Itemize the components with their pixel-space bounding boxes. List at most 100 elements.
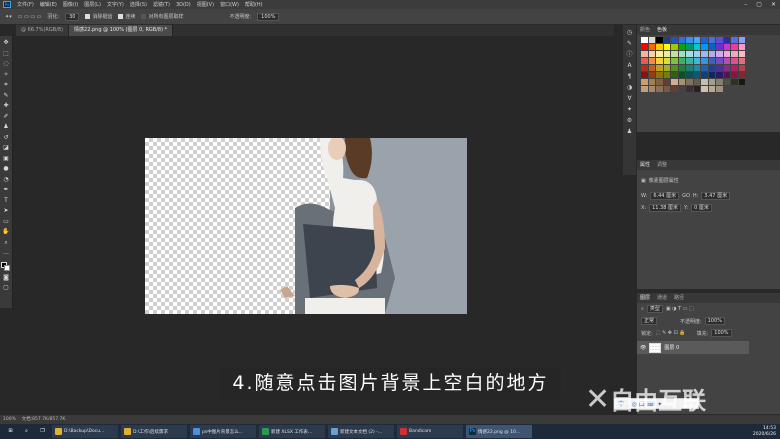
color-swatch[interactable]: [671, 58, 678, 64]
tab-layers[interactable]: 图层: [640, 293, 650, 303]
contiguous-checkbox[interactable]: 连续: [118, 13, 135, 20]
info-panel-icon[interactable]: ⓘ: [626, 51, 634, 59]
color-swatch[interactable]: [693, 44, 700, 50]
color-swatch[interactable]: [686, 86, 693, 92]
color-swatch[interactable]: [656, 51, 663, 57]
gradient-tool-icon[interactable]: ▣: [2, 155, 11, 164]
tab-properties[interactable]: 属性: [640, 160, 650, 170]
menu-type[interactable]: 文字(Y): [107, 1, 124, 8]
color-swatch[interactable]: [731, 72, 738, 78]
color-swatch[interactable]: [641, 51, 648, 57]
background-color-swatch[interactable]: [4, 264, 10, 271]
height-input[interactable]: 3.47 厘米: [701, 192, 731, 200]
color-swatch[interactable]: [723, 72, 730, 78]
color-swatch[interactable]: [648, 86, 655, 92]
type-tool-icon[interactable]: T: [2, 197, 11, 206]
taskbar-app-excel[interactable]: 新建 XLSX 工作表...: [259, 425, 325, 438]
color-swatch[interactable]: [693, 58, 700, 64]
color-swatch[interactable]: [648, 79, 655, 85]
marquee-tool-icon[interactable]: ⬚: [2, 50, 11, 59]
tool-preset-icon[interactable]: ✦▾: [5, 14, 12, 20]
color-swatch[interactable]: [708, 51, 715, 57]
color-swatch[interactable]: [678, 79, 685, 85]
color-swatch[interactable]: [731, 58, 738, 64]
glyphs-panel-icon[interactable]: Ɐ: [626, 95, 634, 103]
healing-brush-tool-icon[interactable]: ✚: [2, 102, 11, 111]
color-swatch[interactable]: [738, 37, 745, 43]
color-swatch[interactable]: [693, 51, 700, 57]
crop-tool-icon[interactable]: ⌗: [2, 81, 11, 90]
color-swatch[interactable]: [671, 72, 678, 78]
visibility-eye-icon[interactable]: 👁: [640, 345, 646, 351]
layer-name[interactable]: 图层 0: [664, 344, 679, 351]
taskbar-app-explorer-2[interactable]: D:\工作\后续需求: [121, 425, 187, 438]
menu-help[interactable]: 帮助(H): [245, 1, 263, 8]
color-swatch[interactable]: [686, 44, 693, 50]
color-swatch[interactable]: [731, 37, 738, 43]
lasso-tool-icon[interactable]: ◌: [2, 60, 11, 69]
color-swatch[interactable]: [648, 51, 655, 57]
color-swatch[interactable]: [656, 44, 663, 50]
selection-mode-icons[interactable]: ▭ ▭ ▭ ▭: [18, 14, 42, 20]
color-swatch[interactable]: [648, 44, 655, 50]
pen-tool-icon[interactable]: ✒: [2, 186, 11, 195]
color-swatch[interactable]: [678, 37, 685, 43]
close-icon[interactable]: ✕: [771, 1, 776, 8]
color-swatch[interactable]: [723, 79, 730, 85]
color-swatch[interactable]: [663, 65, 670, 71]
color-swatch[interactable]: [671, 86, 678, 92]
menu-window[interactable]: 窗口(W): [220, 1, 239, 8]
color-swatch[interactable]: [663, 79, 670, 85]
color-swatch[interactable]: [738, 58, 745, 64]
color-swatch[interactable]: [656, 58, 663, 64]
path-selection-tool-icon[interactable]: ➤: [2, 207, 11, 216]
tab-color[interactable]: 颜色: [640, 25, 650, 35]
color-swatch[interactable]: [731, 65, 738, 71]
feather-input[interactable]: 30: [65, 12, 80, 21]
tab-document-1[interactable]: @ 66.7%(RGB/8): [16, 25, 70, 36]
color-swatch[interactable]: [686, 51, 693, 57]
color-swatch[interactable]: [693, 65, 700, 71]
color-swatch[interactable]: [716, 86, 723, 92]
color-swatch[interactable]: [686, 79, 693, 85]
opacity-input[interactable]: 100%: [257, 12, 280, 21]
clone-source-icon[interactable]: ♟: [626, 128, 634, 136]
color-swatch[interactable]: [641, 65, 648, 71]
menu-edit[interactable]: 编辑(E): [40, 1, 57, 8]
color-swatch[interactable]: [656, 65, 663, 71]
system-tray-clock[interactable]: 14:53 2020/6/26: [753, 424, 776, 439]
color-swatch[interactable]: [656, 72, 663, 78]
color-swatch[interactable]: [648, 72, 655, 78]
color-swatch[interactable]: [663, 37, 670, 43]
menu-view[interactable]: 视图(V): [197, 1, 214, 8]
lock-icons[interactable]: ⬚ ✎ ✥ ⊡ 🔒: [656, 330, 686, 336]
layer-filter-select[interactable]: 类型: [646, 305, 663, 313]
color-swatch[interactable]: [671, 79, 678, 85]
menu-3d[interactable]: 3D(D): [176, 2, 191, 8]
color-swatch[interactable]: [686, 37, 693, 43]
color-swatch[interactable]: [663, 72, 670, 78]
eyedropper-tool-icon[interactable]: ✎: [2, 92, 11, 101]
zoom-tool-icon[interactable]: ⌕: [2, 239, 11, 248]
color-swatch[interactable]: [693, 86, 700, 92]
tab-paths[interactable]: 路径: [674, 293, 684, 303]
y-input[interactable]: 0 厘米: [691, 204, 712, 212]
taskbar-app-explorer-1[interactable]: D:\Backup\Docu...: [52, 425, 118, 438]
color-swatch[interactable]: [708, 44, 715, 50]
brush-settings-icon[interactable]: ✎: [626, 40, 634, 48]
menu-filter[interactable]: 滤镜(T): [153, 1, 170, 8]
color-swatch[interactable]: [701, 79, 708, 85]
color-swatch[interactable]: [701, 58, 708, 64]
color-swatch[interactable]: [678, 65, 685, 71]
color-swatch[interactable]: [648, 65, 655, 71]
x-input[interactable]: 11.38 厘米: [649, 204, 682, 212]
color-swatch[interactable]: [723, 58, 730, 64]
history-panel-icon[interactable]: ◷: [626, 29, 634, 37]
tab-document-active[interactable]: 情感22.png @ 100% (图层 0, RGB/8) *: [69, 25, 174, 36]
sample-all-checkbox[interactable]: 对所有图层取样: [141, 13, 183, 20]
color-swatch[interactable]: [708, 65, 715, 71]
color-swatch[interactable]: [731, 79, 738, 85]
color-swatch[interactable]: [678, 86, 685, 92]
menu-select[interactable]: 选择(S): [130, 1, 147, 8]
color-swatch[interactable]: [723, 37, 730, 43]
